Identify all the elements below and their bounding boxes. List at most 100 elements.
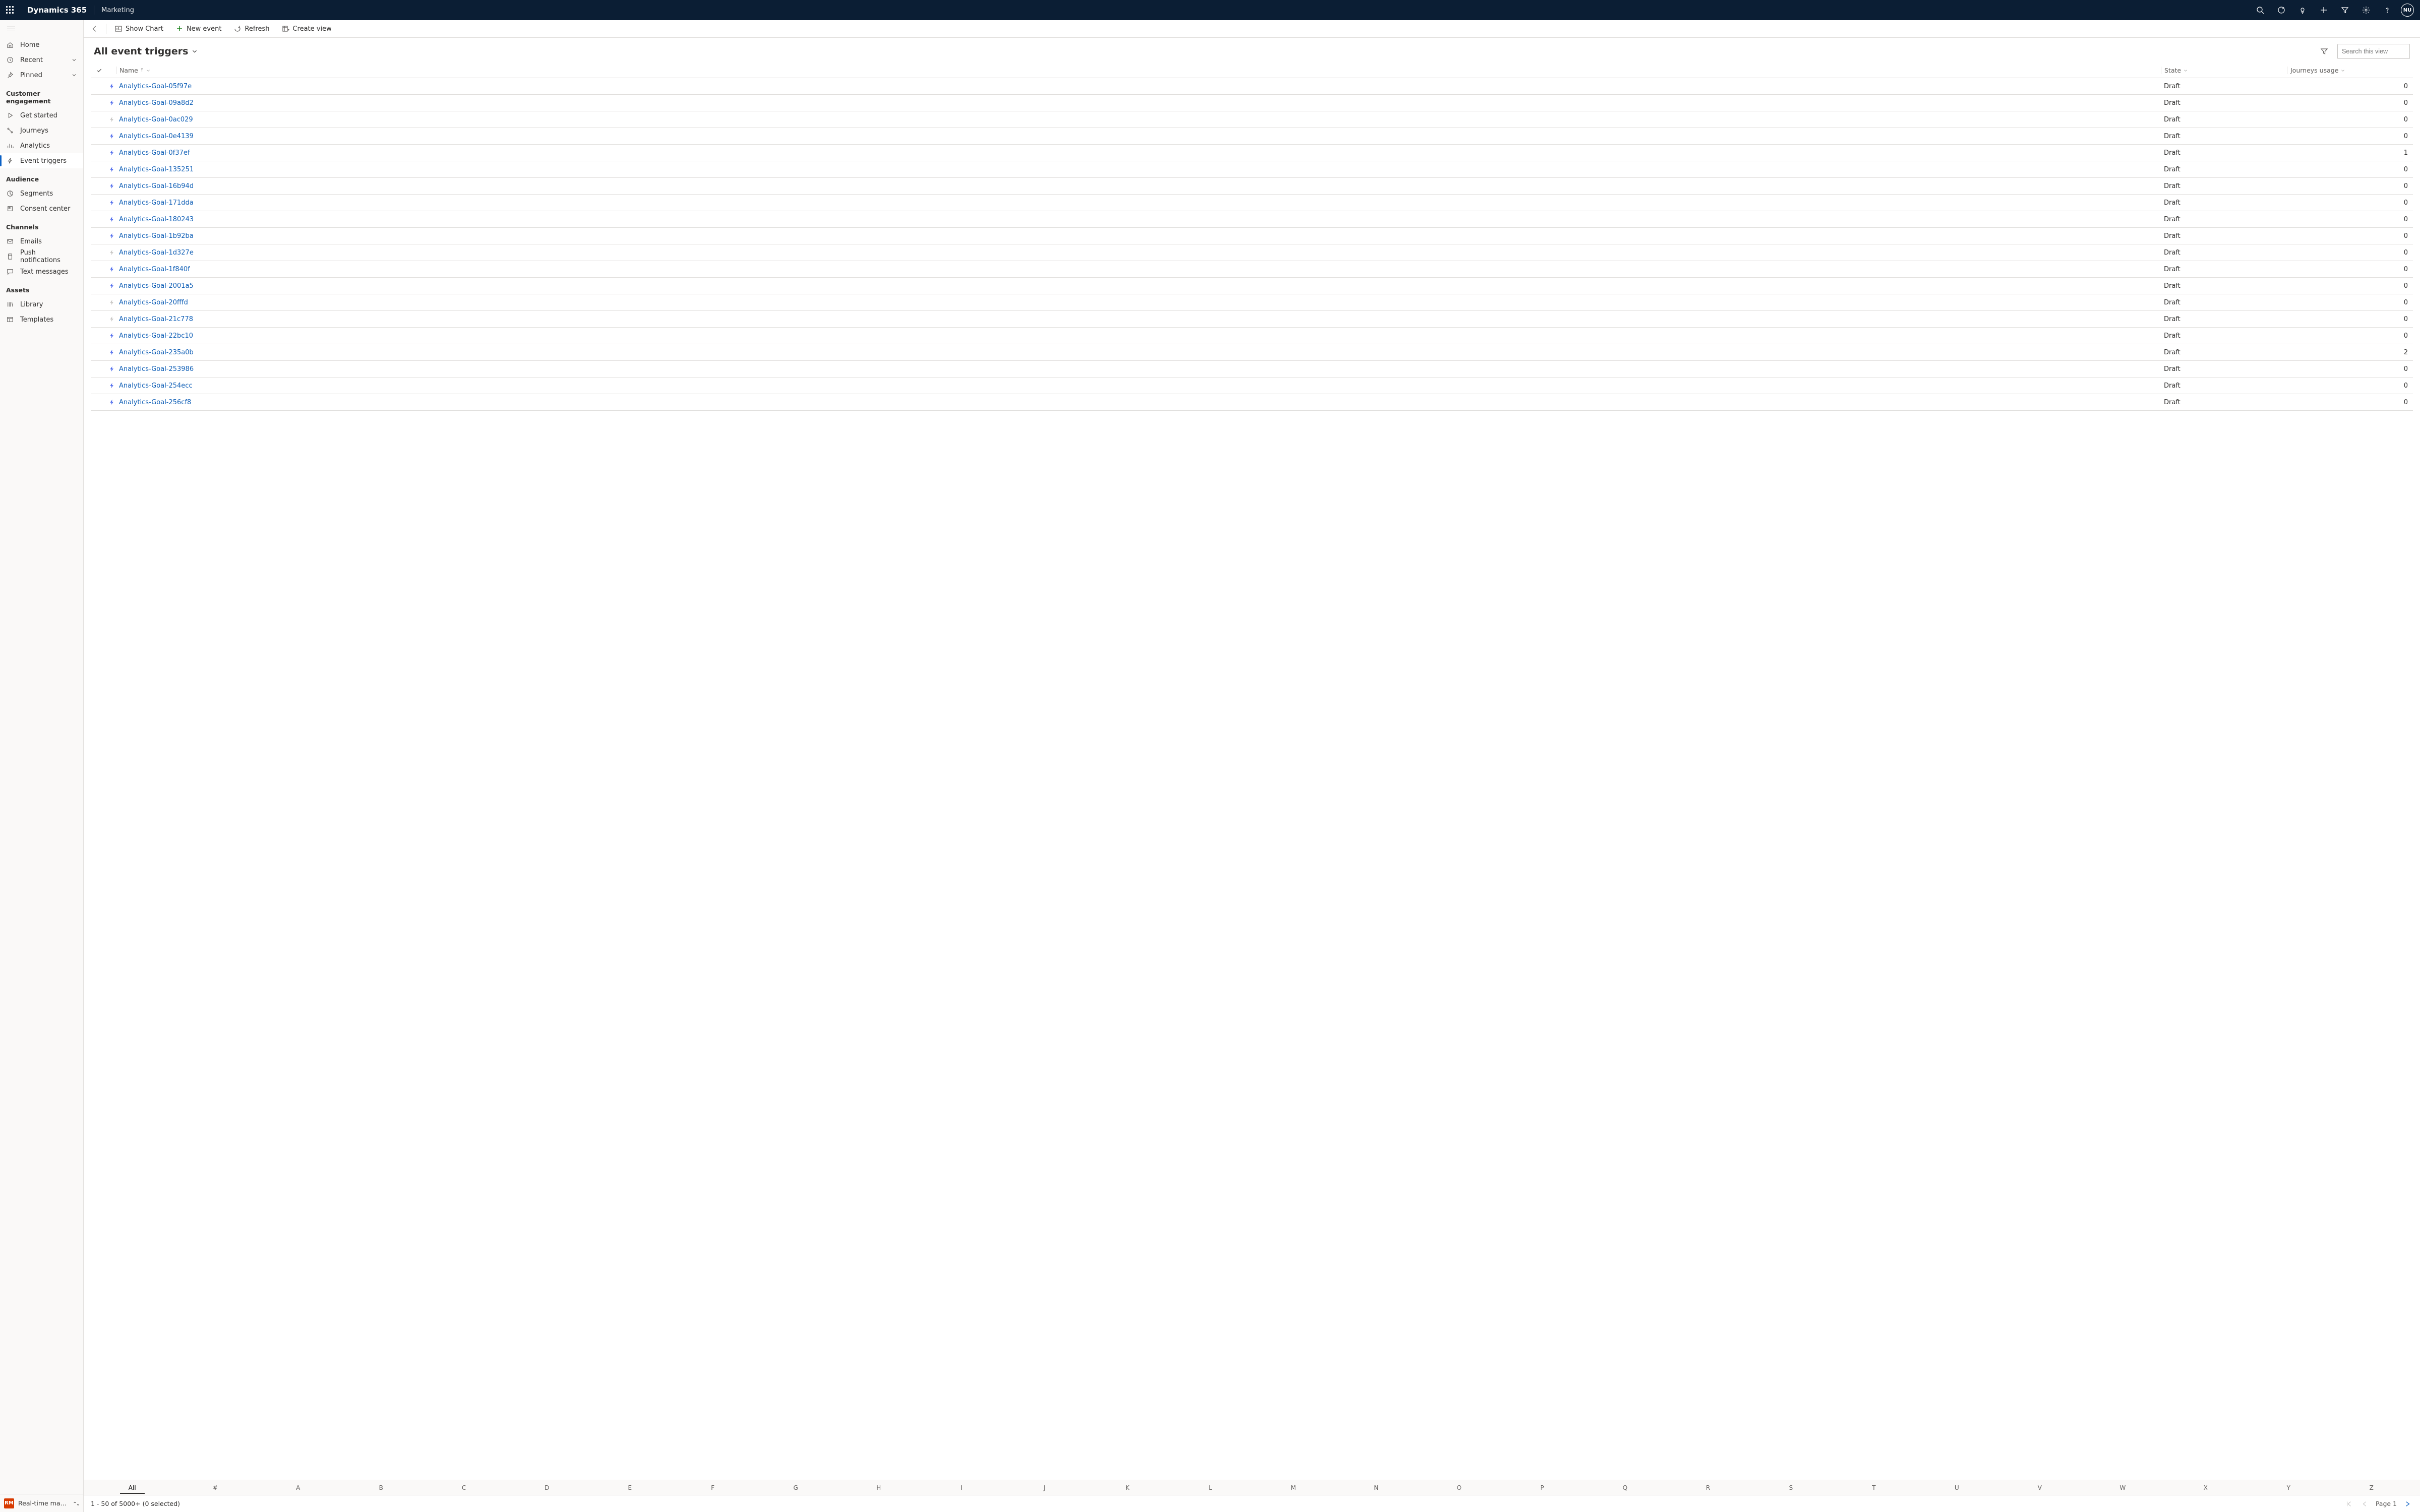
alpha-jump-b[interactable]: B (340, 1482, 423, 1493)
alpha-jump-j[interactable]: J (1003, 1482, 1086, 1493)
table-row[interactable]: Analytics-Goal-2001a5 Draft 0 (91, 278, 2413, 294)
refresh-button[interactable]: Refresh (229, 22, 273, 36)
search-icon[interactable] (2251, 0, 2270, 20)
alpha-jump-a[interactable]: A (257, 1482, 340, 1493)
show-chart-button[interactable]: Show Chart (110, 22, 167, 36)
alpha-jump-v[interactable]: V (1999, 1482, 2082, 1493)
table-row[interactable]: Analytics-Goal-0e4139 Draft 0 (91, 128, 2413, 145)
help-icon[interactable] (2378, 0, 2397, 20)
search-box[interactable] (2337, 44, 2410, 59)
row-name-link[interactable]: Analytics-Goal-09a8d2 (116, 99, 2161, 107)
row-name-link[interactable]: Analytics-Goal-1b92ba (116, 232, 2161, 240)
gear-icon[interactable] (2356, 0, 2376, 20)
alpha-jump-#[interactable]: # (174, 1482, 257, 1493)
alpha-jump-e[interactable]: E (588, 1482, 672, 1493)
row-name-link[interactable]: Analytics-Goal-0e4139 (116, 133, 2161, 140)
area-switcher[interactable]: RM Real-time marketi... (0, 1494, 83, 1512)
table-row[interactable]: Analytics-Goal-235a0b Draft 2 (91, 344, 2413, 361)
row-name-link[interactable]: Analytics-Goal-171dda (116, 199, 2161, 207)
alpha-jump-u[interactable]: U (1915, 1482, 1999, 1493)
row-name-link[interactable]: Analytics-Goal-180243 (116, 216, 2161, 223)
table-row[interactable]: Analytics-Goal-253986 Draft 0 (91, 361, 2413, 377)
new-event-button[interactable]: New event (171, 22, 226, 36)
row-name-link[interactable]: Analytics-Goal-1d327e (116, 249, 2161, 257)
funnel-icon[interactable] (2335, 0, 2354, 20)
alpha-jump-o[interactable]: O (1418, 1482, 1501, 1493)
alpha-jump-y[interactable]: Y (2247, 1482, 2330, 1493)
row-name-link[interactable]: Analytics-Goal-253986 (116, 365, 2161, 373)
table-row[interactable]: Analytics-Goal-135251 Draft 0 (91, 161, 2413, 178)
alpha-jump-all[interactable]: All (91, 1482, 174, 1493)
row-name-link[interactable]: Analytics-Goal-16b94d (116, 182, 2161, 190)
row-name-link[interactable]: Analytics-Goal-0f37ef (116, 149, 2161, 157)
filter-button[interactable] (2317, 44, 2331, 58)
table-row[interactable]: Analytics-Goal-16b94d Draft 0 (91, 178, 2413, 195)
alpha-jump-c[interactable]: C (422, 1482, 506, 1493)
nav-item-push-notifications[interactable]: Push notifications (0, 249, 83, 264)
alpha-jump-t[interactable]: T (1833, 1482, 1916, 1493)
alpha-jump-p[interactable]: P (1501, 1482, 1584, 1493)
nav-item-library[interactable]: Library (0, 297, 83, 312)
nav-item-analytics[interactable]: Analytics (0, 138, 83, 153)
table-row[interactable]: Analytics-Goal-22bc10 Draft 0 (91, 328, 2413, 344)
nav-item-event-triggers[interactable]: Event triggers (0, 153, 83, 168)
row-name-link[interactable]: Analytics-Goal-135251 (116, 166, 2161, 173)
table-row[interactable]: Analytics-Goal-171dda Draft 0 (91, 195, 2413, 211)
alpha-jump-l[interactable]: L (1169, 1482, 1252, 1493)
alpha-jump-d[interactable]: D (506, 1482, 589, 1493)
table-row[interactable]: Analytics-Goal-256cf8 Draft 0 (91, 394, 2413, 411)
row-name-link[interactable]: Analytics-Goal-05f97e (116, 83, 2161, 90)
row-name-link[interactable]: Analytics-Goal-0ac029 (116, 116, 2161, 123)
alpha-jump-f[interactable]: F (672, 1482, 755, 1493)
alpha-jump-z[interactable]: Z (2330, 1482, 2413, 1493)
table-row[interactable]: Analytics-Goal-1b92ba Draft 0 (91, 228, 2413, 244)
row-name-link[interactable]: Analytics-Goal-256cf8 (116, 399, 2161, 406)
back-button[interactable] (88, 22, 102, 36)
select-all-toggle[interactable] (91, 68, 108, 74)
nav-item-segments[interactable]: Segments (0, 186, 83, 201)
table-row[interactable]: Analytics-Goal-09a8d2 Draft 0 (91, 95, 2413, 111)
row-name-link[interactable]: Analytics-Goal-1f840f (116, 266, 2161, 273)
alpha-jump-q[interactable]: Q (1584, 1482, 1667, 1493)
nav-item-templates[interactable]: Templates (0, 312, 83, 327)
app-launcher-button[interactable] (0, 0, 20, 20)
first-page-button[interactable] (2343, 1498, 2354, 1509)
row-name-link[interactable]: Analytics-Goal-235a0b (116, 349, 2161, 356)
row-name-link[interactable]: Analytics-Goal-20fffd (116, 299, 2161, 306)
nav-item-home[interactable]: Home (0, 37, 83, 52)
nav-item-text-messages[interactable]: Text messages (0, 264, 83, 279)
collapse-nav-button[interactable] (0, 20, 83, 37)
alpha-jump-k[interactable]: K (1086, 1482, 1169, 1493)
nav-item-recent[interactable]: Recent (0, 52, 83, 68)
nav-item-journeys[interactable]: Journeys (0, 123, 83, 138)
search-input[interactable] (2341, 47, 2420, 55)
table-row[interactable]: Analytics-Goal-05f97e Draft 0 (91, 78, 2413, 95)
row-name-link[interactable]: Analytics-Goal-2001a5 (116, 282, 2161, 290)
alpha-jump-g[interactable]: G (754, 1482, 837, 1493)
row-name-link[interactable]: Analytics-Goal-22bc10 (116, 332, 2161, 340)
alpha-jump-m[interactable]: M (1252, 1482, 1335, 1493)
plus-icon[interactable] (2314, 0, 2333, 20)
col-header-state[interactable]: State (2161, 67, 2287, 74)
row-name-link[interactable]: Analytics-Goal-254ecc (116, 382, 2161, 390)
next-page-button[interactable] (2402, 1498, 2413, 1509)
nav-item-get-started[interactable]: Get started (0, 108, 83, 123)
table-row[interactable]: Analytics-Goal-180243 Draft 0 (91, 211, 2413, 228)
alpha-jump-w[interactable]: W (2081, 1482, 2164, 1493)
table-row[interactable]: Analytics-Goal-0f37ef Draft 1 (91, 145, 2413, 161)
col-header-name[interactable]: Name ↑ (116, 67, 2161, 74)
view-selector[interactable]: All event triggers (94, 46, 198, 57)
table-row[interactable]: Analytics-Goal-1d327e Draft 0 (91, 244, 2413, 261)
table-row[interactable]: Analytics-Goal-254ecc Draft 0 (91, 377, 2413, 394)
table-row[interactable]: Analytics-Goal-21c778 Draft 0 (91, 311, 2413, 328)
alpha-jump-r[interactable]: R (1667, 1482, 1750, 1493)
alpha-jump-h[interactable]: H (837, 1482, 921, 1493)
nav-item-emails[interactable]: Emails (0, 234, 83, 249)
nav-item-pinned[interactable]: Pinned (0, 68, 83, 83)
alpha-jump-i[interactable]: I (920, 1482, 1003, 1493)
table-row[interactable]: Analytics-Goal-20fffd Draft 0 (91, 294, 2413, 311)
alpha-jump-s[interactable]: S (1749, 1482, 1833, 1493)
table-row[interactable]: Analytics-Goal-1f840f Draft 0 (91, 261, 2413, 278)
row-name-link[interactable]: Analytics-Goal-21c778 (116, 316, 2161, 323)
alpha-jump-n[interactable]: N (1335, 1482, 1418, 1493)
